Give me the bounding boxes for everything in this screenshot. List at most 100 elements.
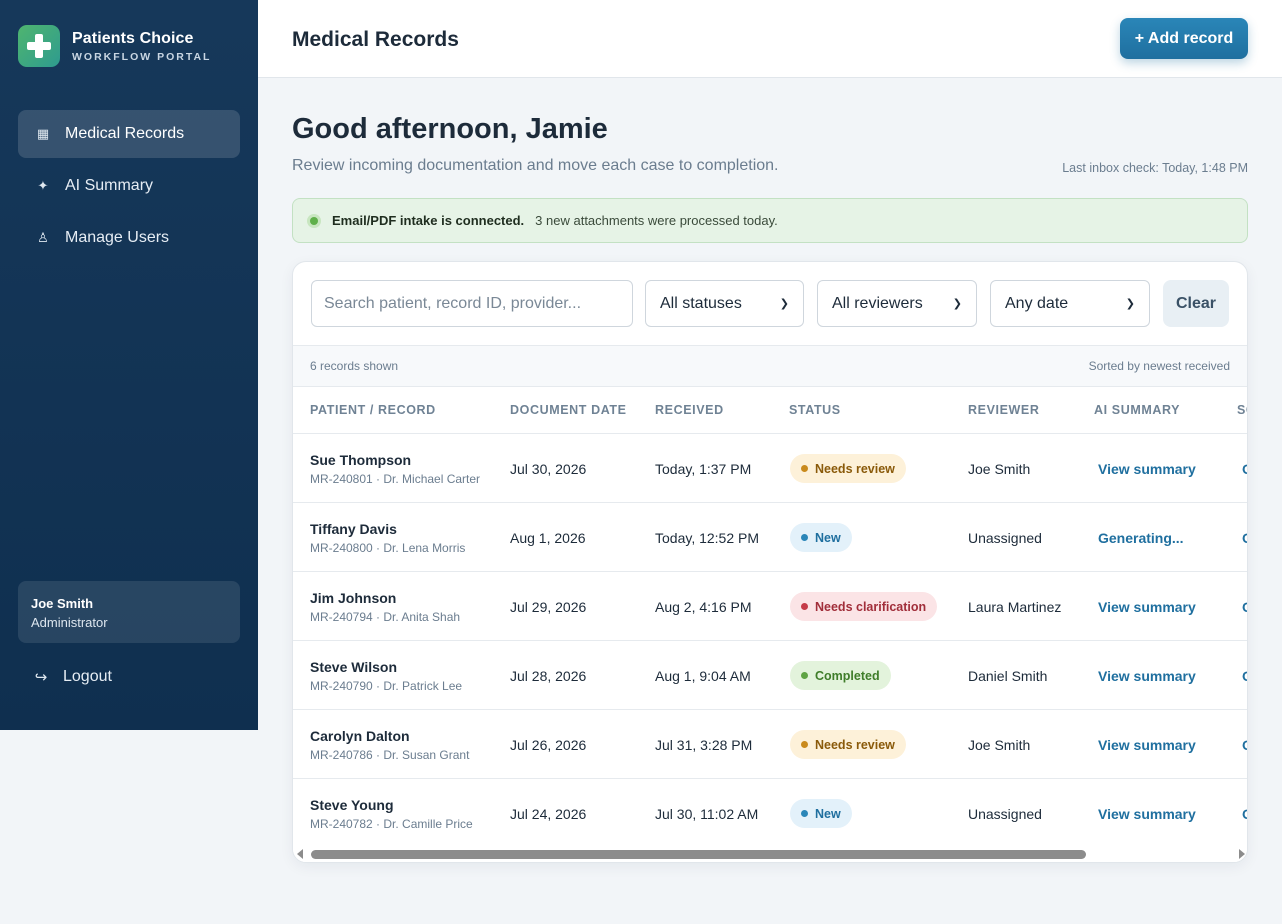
record-count: 6 records shown	[310, 359, 399, 373]
add-record-button[interactable]: + Add record	[1120, 18, 1248, 59]
received-date: Jul 30, 11:02 AM	[655, 806, 759, 822]
clipped-cell[interactable]: O	[1242, 599, 1247, 615]
reviewer-filter-select[interactable]: All reviewers ❯	[817, 280, 977, 327]
view-summary-link[interactable]: View summary	[1098, 461, 1196, 477]
date-filter-select[interactable]: Any date ❯	[990, 280, 1150, 327]
view-summary-link[interactable]: Generating...	[1098, 530, 1184, 546]
received-date: Aug 2, 4:16 PM	[655, 599, 752, 615]
table-row[interactable]: Sue Thompson MR-240801 · Dr. Michael Cart…	[293, 434, 1247, 503]
clipped-cell[interactable]: O	[1242, 461, 1247, 477]
medical-cross-icon	[18, 25, 60, 67]
patient-name[interactable]: Tiffany Davis	[310, 521, 465, 537]
user-card: Joe Smith Administrator	[18, 581, 240, 643]
record-id-provider: MR-240790 · Dr. Patrick Lee	[310, 679, 463, 693]
status-cell: New	[790, 523, 852, 552]
sidebar-item-ai-summary[interactable]: ✦ AI Summary	[18, 162, 240, 210]
sort-label: Sorted by newest received	[1088, 359, 1230, 373]
status-dot-icon	[801, 534, 808, 541]
document-date: Jul 28, 2026	[510, 668, 587, 684]
clear-filters-button[interactable]: Clear	[1163, 280, 1229, 327]
status-cell: Needs review	[790, 730, 906, 759]
patient-cell: Steve Young MR-240782 · Dr. Camille Price	[310, 797, 473, 831]
scroll-left-icon[interactable]	[297, 849, 303, 859]
patient-name[interactable]: Steve Wilson	[310, 659, 462, 675]
header-reviewer[interactable]: REVIEWER	[968, 403, 1039, 417]
record-id-provider: MR-240800 · Dr. Lena Morris	[310, 541, 466, 555]
date-filter-value: Any date	[1005, 294, 1069, 312]
status-dot-icon	[801, 741, 808, 748]
table-row[interactable]: Tiffany Davis MR-240800 · Dr. Lena Morris…	[293, 503, 1247, 572]
view-summary-link[interactable]: View summary	[1098, 806, 1196, 822]
status-badge: New	[790, 799, 852, 828]
chevron-down-icon: ❯	[1125, 298, 1135, 310]
clipped-cell[interactable]: O	[1242, 668, 1247, 684]
patient-name[interactable]: Jim Johnson	[310, 590, 460, 606]
status-label: Completed	[815, 668, 880, 683]
status-badge: Completed	[790, 661, 891, 690]
header-received[interactable]: RECEIVED	[655, 403, 724, 417]
header-patient[interactable]: PATIENT / RECORD	[310, 403, 436, 417]
reviewer-name: Daniel Smith	[968, 668, 1048, 684]
sidebar: Patients Choice WORKFLOW PORTAL ▦ Medica…	[0, 0, 258, 730]
sidebar-item-label: AI Summary	[65, 177, 154, 194]
received-date: Aug 1, 9:04 AM	[655, 668, 751, 684]
patient-cell: Tiffany Davis MR-240800 · Dr. Lena Morris	[310, 521, 465, 555]
brand-name: Patients Choice	[72, 29, 194, 47]
sidebar-item-label: Medical Records	[65, 125, 185, 142]
greeting: Good afternoon, Jamie	[292, 113, 608, 145]
clipped-cell[interactable]: O	[1242, 737, 1247, 753]
status-cell: Completed	[790, 661, 891, 690]
header-status[interactable]: STATUS	[789, 403, 841, 417]
header-ai-summary[interactable]: AI SUMMARY	[1094, 403, 1180, 417]
sidebar-item-label: Manage Users	[65, 229, 170, 246]
patient-name[interactable]: Steve Young	[310, 797, 473, 813]
record-id-provider: MR-240794 · Dr. Anita Shah	[310, 610, 461, 624]
view-summary-link[interactable]: View summary	[1098, 599, 1196, 615]
reviewer-name: Joe Smith	[968, 461, 1031, 477]
reviewer-name: Unassigned	[968, 806, 1042, 822]
status-filter-value: All statuses	[660, 294, 742, 312]
reviewer-filter-value: All reviewers	[832, 294, 923, 312]
records-card: All statuses ❯ All reviewers ❯ Any date …	[292, 261, 1248, 863]
table-row[interactable]: Steve Young MR-240782 · Dr. Camille Price…	[293, 779, 1247, 848]
status-label: Needs review	[815, 461, 895, 476]
brand-subtitle: WORKFLOW PORTAL	[72, 50, 212, 63]
patient-name[interactable]: Carolyn Dalton	[310, 728, 469, 744]
table-row[interactable]: Carolyn Dalton MR-240786 · Dr. Susan Gran…	[293, 710, 1247, 779]
clipped-cell[interactable]: O	[1242, 806, 1247, 822]
status-badge: Needs review	[790, 730, 906, 759]
received-date: Today, 12:52 PM	[655, 530, 760, 546]
horizontal-scrollbar[interactable]	[293, 846, 1247, 862]
sidebar-item-manage-users[interactable]: ♙ Manage Users	[18, 214, 240, 262]
header-clipped[interactable]: SO	[1237, 403, 1247, 417]
chevron-down-icon: ❯	[952, 298, 962, 310]
chevron-down-icon: ❯	[779, 298, 789, 310]
table-row[interactable]: Steve Wilson MR-240790 · Dr. Patrick Lee J…	[293, 641, 1247, 710]
received-date: Jul 31, 3:28 PM	[655, 737, 753, 753]
patient-name[interactable]: Sue Thompson	[310, 452, 480, 468]
table-row[interactable]: Jim Johnson MR-240794 · Dr. Anita Shah Jul…	[293, 572, 1247, 641]
intake-status-banner: Email/PDF intake is connected. 3 new att…	[292, 198, 1248, 243]
clipped-cell[interactable]: O	[1242, 530, 1247, 546]
sidebar-item-medical-records[interactable]: ▦ Medical Records	[18, 110, 240, 158]
logout-icon: ↪	[34, 669, 48, 686]
scroll-thumb[interactable]	[311, 850, 1086, 859]
scroll-right-icon[interactable]	[1239, 849, 1245, 859]
sidebar-nav: ▦ Medical Records ✦ AI Summary ♙ Manage …	[18, 110, 240, 266]
patient-cell: Sue Thompson MR-240801 · Dr. Michael Cart…	[310, 452, 480, 486]
brand: Patients Choice WORKFLOW PORTAL	[18, 25, 211, 67]
user-icon: ♙	[37, 230, 49, 245]
page-title: Medical Records	[292, 28, 459, 51]
status-filter-select[interactable]: All statuses ❯	[645, 280, 804, 327]
view-summary-link[interactable]: View summary	[1098, 737, 1196, 753]
status-label: Needs clarification	[815, 599, 927, 614]
record-id-provider: MR-240782 · Dr. Camille Price	[310, 817, 473, 831]
status-dot-icon	[801, 465, 808, 472]
status-cell: Needs clarification	[790, 592, 938, 621]
status-cell: Needs review	[790, 454, 906, 483]
header-document-date[interactable]: DOCUMENT DATE	[510, 403, 627, 417]
last-inbox-check: Last inbox check: Today, 1:48 PM	[1062, 161, 1248, 175]
search-input[interactable]	[311, 280, 633, 327]
view-summary-link[interactable]: View summary	[1098, 668, 1196, 684]
logout-button[interactable]: ↪ Logout	[18, 654, 240, 700]
